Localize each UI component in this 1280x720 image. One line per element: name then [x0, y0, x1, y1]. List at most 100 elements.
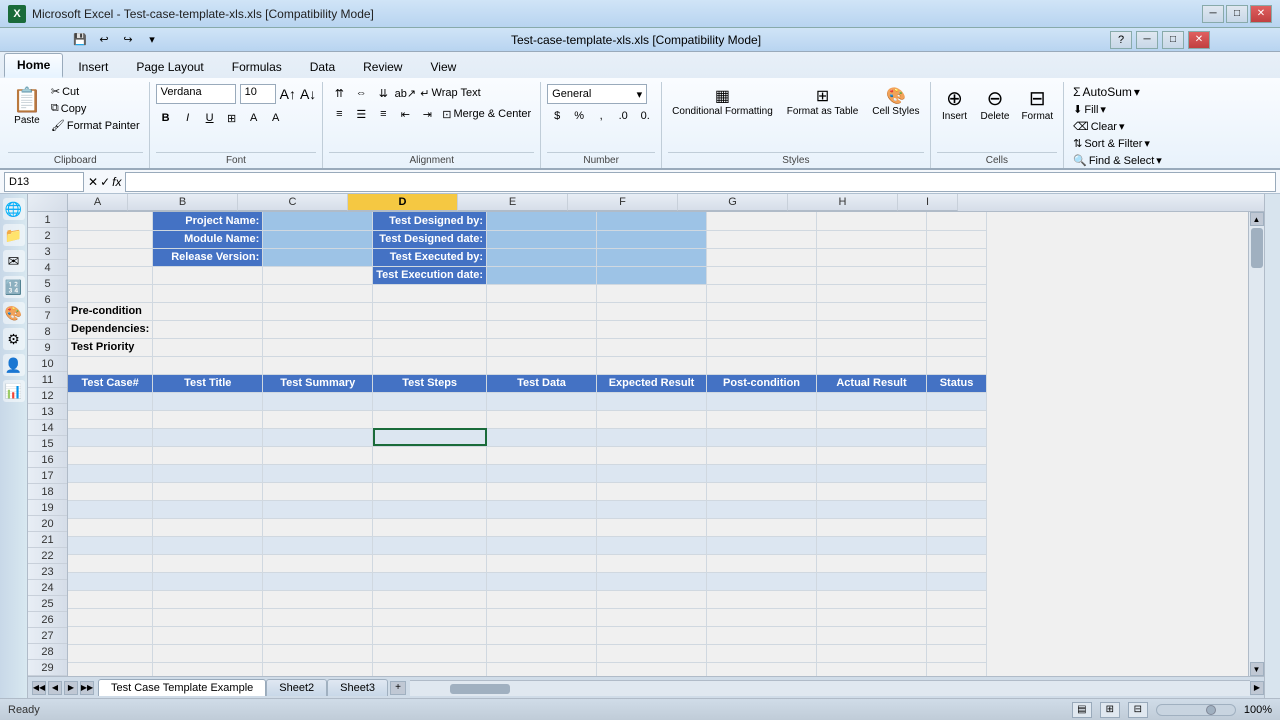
border-button[interactable]: ⊞: [222, 109, 242, 127]
cell-i20[interactable]: [927, 554, 987, 572]
cell-d24[interactable]: [373, 626, 487, 644]
sidebar-paint-icon[interactable]: 🎨: [3, 302, 25, 324]
cell-d8[interactable]: [373, 338, 487, 356]
cell-g16[interactable]: [707, 482, 817, 500]
format-painter-button[interactable]: 🖌 Format Painter: [48, 118, 143, 133]
cell-i10[interactable]: Status: [927, 374, 987, 392]
cell-i8[interactable]: [927, 338, 987, 356]
cell-g19[interactable]: [707, 536, 817, 554]
cell-g3[interactable]: [707, 248, 817, 266]
cell-g12[interactable]: [707, 410, 817, 428]
cell-h5[interactable]: [817, 284, 927, 302]
cell-f15[interactable]: [597, 464, 707, 482]
cell-e17[interactable]: [487, 500, 597, 518]
decrease-font-icon[interactable]: A↓: [300, 86, 316, 102]
fill-button[interactable]: ⬇ Fill ▾: [1070, 102, 1109, 117]
increase-indent-button[interactable]: ⇥: [417, 105, 437, 123]
window-restore-button[interactable]: □: [1162, 31, 1184, 49]
paste-button[interactable]: 📋 Paste: [8, 84, 46, 128]
align-bottom-button[interactable]: ⇊: [373, 84, 393, 102]
cell-b18[interactable]: [153, 518, 263, 536]
cell-d17[interactable]: [373, 500, 487, 518]
cell-d10[interactable]: Test Steps: [373, 374, 487, 392]
save-qat-button[interactable]: 💾: [70, 31, 90, 49]
cell-d19[interactable]: [373, 536, 487, 554]
cell-d1[interactable]: Test Designed by:: [373, 212, 487, 230]
row-header-17[interactable]: 17: [28, 468, 67, 484]
cell-b16[interactable]: [153, 482, 263, 500]
cell-h7[interactable]: [817, 320, 927, 338]
cell-h10[interactable]: Actual Result: [817, 374, 927, 392]
row-header-22[interactable]: 22: [28, 548, 67, 564]
sheet-prev-button[interactable]: ◀: [48, 681, 62, 695]
cell-b4[interactable]: [153, 266, 263, 284]
cell-c25[interactable]: [263, 644, 373, 662]
hscroll-thumb[interactable]: [450, 684, 510, 694]
row-header-24[interactable]: 24: [28, 580, 67, 596]
cell-e6[interactable]: [487, 302, 597, 320]
cell-g1[interactable]: [707, 212, 817, 230]
align-center-button[interactable]: ☰: [351, 105, 371, 123]
cell-i21[interactable]: [927, 572, 987, 590]
align-top-button[interactable]: ⇈: [329, 84, 349, 102]
cell-a9[interactable]: [68, 356, 153, 374]
row-header-29[interactable]: 29: [28, 660, 67, 676]
cell-i15[interactable]: [927, 464, 987, 482]
cell-i12[interactable]: [927, 410, 987, 428]
cell-e13[interactable]: [487, 428, 597, 446]
cell-a17[interactable]: [68, 500, 153, 518]
cell-d21[interactable]: [373, 572, 487, 590]
cell-a11[interactable]: [68, 392, 153, 410]
cell-b1[interactable]: Project Name:: [153, 212, 263, 230]
cell-b10[interactable]: Test Title: [153, 374, 263, 392]
cell-d18[interactable]: [373, 518, 487, 536]
cell-h8[interactable]: [817, 338, 927, 356]
cell-e12[interactable]: [487, 410, 597, 428]
row-header-25[interactable]: 25: [28, 596, 67, 612]
cell-d9[interactable]: [373, 356, 487, 374]
cell-b13[interactable]: [153, 428, 263, 446]
cell-e21[interactable]: [487, 572, 597, 590]
cell-d3[interactable]: Test Executed by:: [373, 248, 487, 266]
cell-b17[interactable]: [153, 500, 263, 518]
cell-b23[interactable]: [153, 608, 263, 626]
cell-g8[interactable]: [707, 338, 817, 356]
cell-d14[interactable]: [373, 446, 487, 464]
sidebar-chart-icon[interactable]: 📊: [3, 380, 25, 402]
font-color-button[interactable]: A: [266, 109, 286, 127]
cell-c3[interactable]: [263, 248, 373, 266]
cell-a24[interactable]: [68, 626, 153, 644]
cell-h1[interactable]: [817, 212, 927, 230]
cell-a19[interactable]: [68, 536, 153, 554]
row-header-19[interactable]: 19: [28, 500, 67, 516]
cell-g11[interactable]: [707, 392, 817, 410]
scroll-up-button[interactable]: ▲: [1250, 212, 1264, 226]
cell-h14[interactable]: [817, 446, 927, 464]
merge-center-button[interactable]: ⊡ Merge & Center: [439, 107, 534, 122]
row-header-26[interactable]: 26: [28, 612, 67, 628]
sheet-tab-test-case[interactable]: Test Case Template Example: [98, 679, 266, 696]
row-header-10[interactable]: 10: [28, 356, 67, 372]
cell-h3[interactable]: [817, 248, 927, 266]
cell-e19[interactable]: [487, 536, 597, 554]
cell-g22[interactable]: [707, 590, 817, 608]
sidebar-globe-icon[interactable]: 🌐: [3, 198, 25, 220]
scroll-thumb[interactable]: [1251, 228, 1263, 268]
cell-a21[interactable]: [68, 572, 153, 590]
cell-b9[interactable]: [153, 356, 263, 374]
cell-i13[interactable]: [927, 428, 987, 446]
scroll-right-button[interactable]: ▶: [1250, 681, 1264, 695]
cell-c21[interactable]: [263, 572, 373, 590]
align-middle-button[interactable]: ⇔: [351, 84, 371, 102]
cell-f14[interactable]: [597, 446, 707, 464]
cell-g17[interactable]: [707, 500, 817, 518]
cell-g10[interactable]: Post-condition: [707, 374, 817, 392]
cell-d15[interactable]: [373, 464, 487, 482]
percent-button[interactable]: %: [569, 107, 589, 125]
row-header-12[interactable]: 12: [28, 388, 67, 404]
wrap-text-button[interactable]: ↵ Wrap Text: [417, 86, 483, 101]
cell-b7[interactable]: [153, 320, 263, 338]
cell-h11[interactable]: [817, 392, 927, 410]
cell-c18[interactable]: [263, 518, 373, 536]
cell-h17[interactable]: [817, 500, 927, 518]
